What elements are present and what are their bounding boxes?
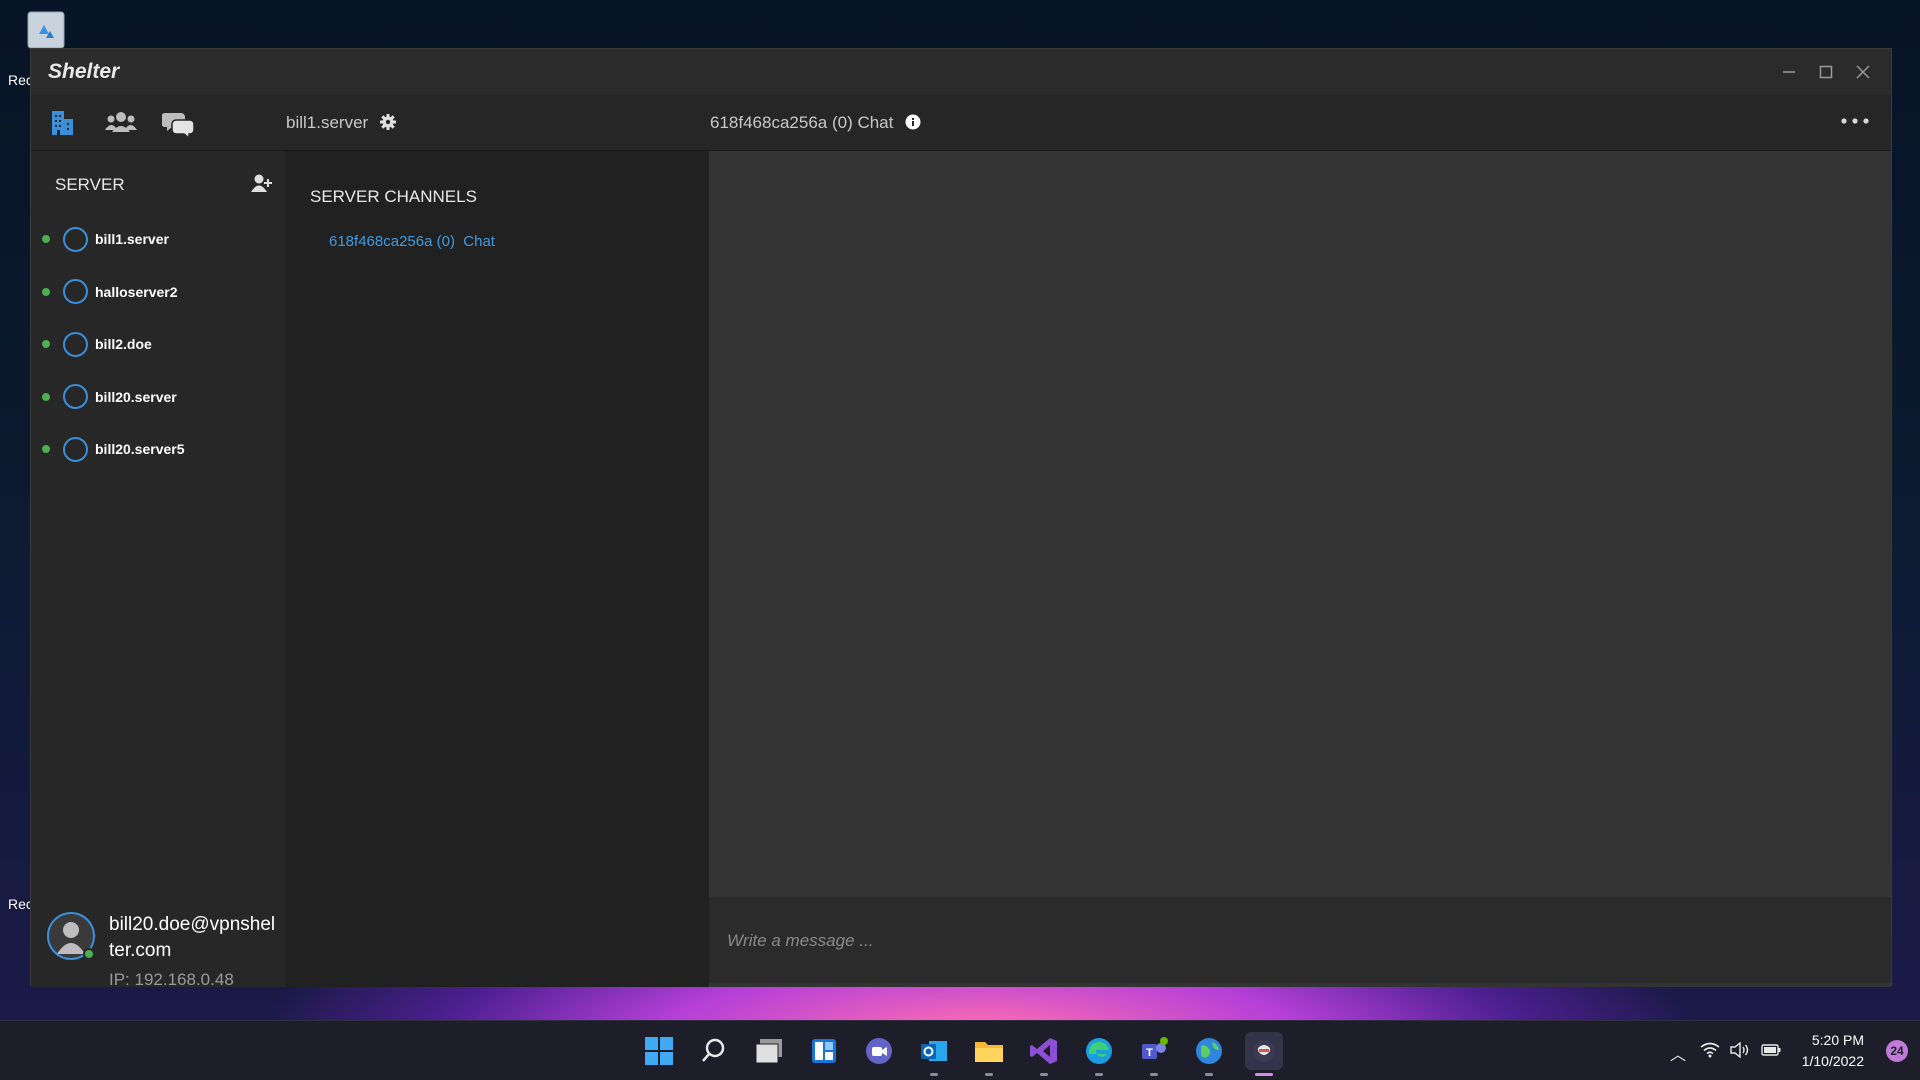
wifi-icon[interactable] [1700,1042,1720,1058]
server-list: bill1.server halloserver2 bill2.doe bill… [31,213,285,476]
maximize-button[interactable] [1807,49,1844,95]
shelter-app-button[interactable] [1245,1032,1283,1076]
running-indicator [930,1073,938,1076]
close-icon [1855,65,1870,79]
file-explorer-button[interactable] [970,1032,1008,1076]
server-item-label: halloserver2 [95,283,178,300]
running-indicator [1040,1073,1048,1076]
message-input[interactable] [727,921,1867,961]
app-window: Shelter bill1.server 618f468ca256a (0) C… [30,48,1892,989]
maximize-icon [1819,65,1832,79]
running-indicator [1205,1073,1213,1076]
online-status-dot [42,287,50,296]
chat-area [709,151,1891,987]
message-composer [709,897,1891,983]
teams-chat-button[interactable] [860,1032,898,1070]
server-item-label: bill20.server [95,388,177,405]
clock-time[interactable]: 5:20 PM [1774,1032,1864,1048]
taskbar-apps: T [640,1021,1283,1080]
clock-date[interactable]: 1/10/2022 [1774,1053,1864,1069]
minimize-icon [1782,71,1795,73]
visual-studio-icon [1030,1038,1057,1064]
online-status-dot [83,948,95,960]
windows-logo-icon [645,1037,673,1065]
minimize-button[interactable] [1770,49,1807,95]
more-options-icon[interactable] [1839,111,1871,131]
server-item-bill20-server5[interactable]: bill20.server5 [31,423,285,476]
taskbar: T ︿ 5:20 PM 1/10/2022 24 [0,1020,1920,1080]
online-status-dot [42,445,50,454]
running-indicator [1150,1073,1158,1076]
teams-icon: T [1142,1037,1168,1059]
add-user-icon[interactable] [251,173,273,193]
server-sidebar: SERVER bill1.server halloserver2 bill2.d… [31,151,285,989]
server-item-label: bill2.doe [95,336,152,353]
globe-app-button[interactable] [1190,1032,1228,1076]
running-indicator [985,1073,993,1076]
sidebar-header: SERVER [55,175,125,194]
server-item-label: bill1.server [95,231,169,248]
task-view-button[interactable] [750,1032,788,1070]
folder-icon [975,1042,1003,1062]
server-avatar [63,384,88,410]
recycle-bin-icon[interactable] [24,10,68,50]
close-button[interactable] [1844,49,1881,95]
outlook-icon [921,1041,947,1061]
edge-browser-icon [1086,1038,1112,1064]
gear-icon[interactable] [379,113,397,131]
chevron-up-icon[interactable]: ︿ [1670,1041,1686,1065]
server-avatar [63,331,88,357]
running-indicator [1095,1073,1103,1076]
message-list[interactable] [709,151,1891,897]
chat-bubbles-icon[interactable] [162,108,196,138]
edge-browser-button[interactable] [1080,1032,1118,1076]
users-group-icon[interactable] [105,108,137,138]
notification-count-badge[interactable]: 24 [1886,1040,1908,1062]
server-avatar [63,226,88,252]
server-item-halloserver2[interactable]: halloserver2 [31,266,285,319]
top-toolbar: bill1.server 618f468ca256a (0) Chat [31,95,1891,151]
search-button[interactable] [695,1032,733,1070]
online-status-dot [42,392,50,401]
volume-icon[interactable] [1730,1042,1750,1058]
user-profile[interactable]: bill20.doe@vpnshelter.com IP: 192.168.0.… [47,906,285,989]
online-status-dot [42,340,50,349]
shelter-logo-icon [1253,1040,1275,1062]
channel-item-chat[interactable]: 618f468ca256a (0) Chat [329,233,495,250]
info-icon[interactable] [905,114,921,130]
teams-button[interactable]: T [1135,1032,1173,1076]
server-item-bill20-server[interactable]: bill20.server [31,371,285,424]
profile-ip-address: IP: 192.168.0.48 [109,970,234,989]
building-icon[interactable] [47,108,77,138]
video-chat-icon [866,1038,892,1064]
channels-panel: SERVER CHANNELS 618f468ca256a (0) Chat [285,151,709,987]
title-bar[interactable]: Shelter [31,49,1891,95]
server-item-bill1-server[interactable]: bill1.server [31,213,285,266]
server-item-label: bill20.server5 [95,441,185,458]
online-status-dot [42,235,50,244]
outlook-button[interactable] [915,1032,953,1076]
widgets-button[interactable] [805,1032,843,1070]
window-controls [1770,49,1881,95]
globe-icon [1196,1038,1222,1064]
profile-email: bill20.doe@vpnshelter.com [109,914,276,961]
channels-header: SERVER CHANNELS [310,187,477,206]
search-icon [702,1038,725,1062]
server-avatar [63,436,88,462]
active-indicator [1255,1073,1273,1076]
svg-text:T: T [1146,1047,1153,1059]
server-item-bill2-doe[interactable]: bill2.doe [31,318,285,371]
server-avatar [63,279,88,305]
task-view-icon [755,1039,782,1064]
current-channel-title: 618f468ca256a (0) Chat [710,113,894,132]
visual-studio-button[interactable] [1025,1032,1063,1076]
system-tray: ︿ 5:20 PM 1/10/2022 24 [1660,1021,1920,1080]
app-title: Shelter [48,60,120,83]
current-server-name: bill1.server [286,113,369,132]
start-button[interactable] [640,1032,678,1070]
widgets-icon [812,1039,836,1063]
